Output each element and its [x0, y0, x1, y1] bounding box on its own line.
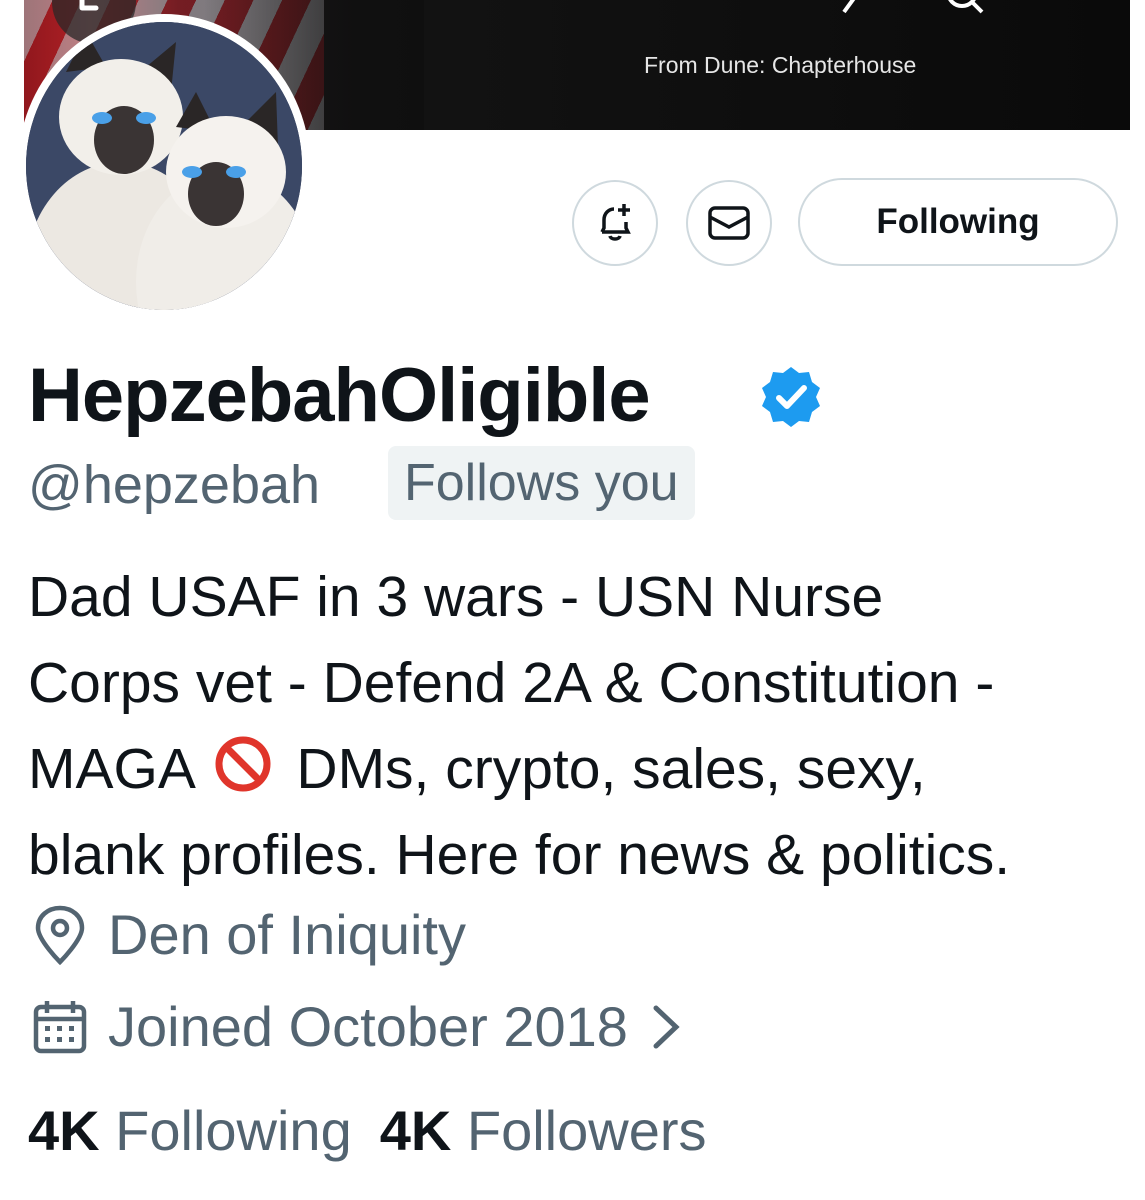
more-icon[interactable] — [1054, 0, 1100, 22]
location-text: Den of Iniquity — [108, 903, 466, 966]
notifications-button[interactable] — [572, 180, 658, 266]
calendar-icon — [33, 1000, 87, 1053]
bell-plus-icon — [600, 204, 631, 241]
location-row: Den of Iniquity — [32, 902, 466, 967]
avatar-siamese-cats-image — [26, 22, 302, 310]
envelope-icon — [708, 206, 750, 240]
verified-badge-icon[interactable] — [758, 364, 824, 430]
banner-caption: From Dune: Chapterhouse — [644, 52, 917, 78]
bio-line: Corps vet - Defend 2A & Constitution - — [28, 651, 995, 715]
bio: Dad USAF in 3 wars - USN Nurse Corps vet… — [28, 554, 1128, 898]
search-icon[interactable] — [942, 0, 988, 22]
bio-line: MAGA — [28, 737, 193, 801]
joined-text: Joined October 2018 — [108, 995, 628, 1058]
following-button[interactable]: Following — [798, 178, 1118, 266]
joined-row[interactable]: Joined October 2018 — [32, 994, 706, 1059]
grok-icon[interactable] — [824, 0, 870, 22]
location-pin-icon — [35, 905, 85, 965]
bio-line: blank profiles. Here for news & politics… — [28, 823, 1011, 887]
no-entry-sign-icon — [215, 736, 271, 792]
bio-line: DMs, crypto, sales, sexy, — [296, 737, 926, 801]
following-stat[interactable]: 4K Following — [28, 1099, 352, 1162]
display-name: HepzebahOligible — [28, 353, 651, 438]
avatar[interactable] — [18, 14, 310, 318]
handle: @hepzebah — [28, 455, 321, 515]
bio-line: Dad USAF in 3 wars - USN Nurse — [28, 565, 884, 629]
message-button[interactable] — [686, 180, 772, 266]
chevron-right-icon — [653, 1005, 680, 1048]
follows-you-badge: Follows you — [388, 446, 695, 520]
follow-stats: 4K Following 4K Followers — [28, 1098, 707, 1163]
followers-stat[interactable]: 4K Followers — [380, 1099, 707, 1162]
